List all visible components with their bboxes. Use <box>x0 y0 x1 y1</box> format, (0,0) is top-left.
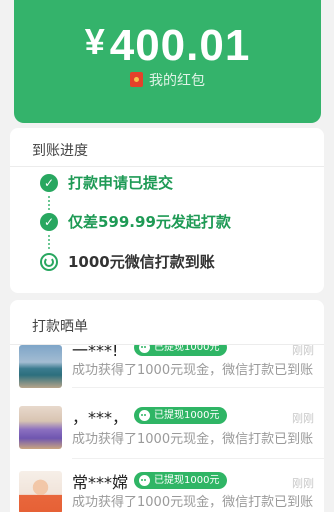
badge-label: 已提现1000元 <box>154 410 220 421</box>
balance-amount: ¥400.01 <box>14 21 321 72</box>
avatar <box>19 345 62 388</box>
timestamp: 刚刚 <box>292 345 314 357</box>
payout-list: 一***! 已提现1000元 刚刚 成功获得了1000元现金，微信打款已到账 ，… <box>10 345 324 512</box>
nickname: 常***嫦 <box>72 473 129 492</box>
my-red-packet-label: 我的红包 <box>149 73 205 89</box>
payout-proof-card: 打款晒单 一***! 已提现1000元 刚刚 成功获得了1000元现金，微信打款… <box>10 300 324 512</box>
red-envelope-icon <box>130 72 143 87</box>
step-label: 打款申请已提交 <box>68 174 174 192</box>
wechat-icon <box>139 410 150 421</box>
status-badge: 已提现1000元 <box>134 345 228 356</box>
step-label: 仅差599.99元发起打款 <box>68 213 231 231</box>
status-badge: 已提现1000元 <box>134 472 228 489</box>
check-circle-icon: ✓ <box>40 174 58 192</box>
divider <box>10 166 324 167</box>
avatar <box>19 471 62 512</box>
progress-title: 到账进度 <box>32 143 88 159</box>
currency-symbol: ¥ <box>84 21 106 62</box>
timestamp: 刚刚 <box>292 477 314 490</box>
avatar <box>19 406 62 449</box>
divider <box>72 458 324 459</box>
timestamp: 刚刚 <box>292 412 314 425</box>
list-item: 常***嫦 已提现1000元 刚刚 成功获得了1000元现金，微信打款已到账 <box>10 465 324 512</box>
step-connector <box>48 196 50 210</box>
list-item: 一***! 已提现1000元 刚刚 成功获得了1000元现金，微信打款已到账 <box>10 345 324 399</box>
status-badge: 已提现1000元 <box>134 407 228 424</box>
step-label: 1000元微信打款到账 <box>68 253 215 271</box>
badge-label: 已提现1000元 <box>154 345 220 353</box>
nickname: ，***， <box>72 408 129 427</box>
loading-circle-icon <box>40 253 58 271</box>
check-circle-icon: ✓ <box>40 213 58 231</box>
red-packet-header: ¥400.01 我的红包 <box>14 0 321 123</box>
divider <box>72 387 324 388</box>
progress-card: 到账进度 ✓ 打款申请已提交 ✓ 仅差599.99元发起打款 1000元微信打款… <box>10 128 324 293</box>
description: 成功获得了1000元现金，微信打款已到账 <box>72 495 314 510</box>
amount-value: 400.01 <box>109 21 251 70</box>
step-connector <box>48 235 50 249</box>
wechat-icon <box>139 475 150 486</box>
my-red-packet-link[interactable]: 我的红包 <box>14 72 321 90</box>
payout-proof-title: 打款晒单 <box>32 319 88 335</box>
wechat-icon <box>139 345 150 353</box>
description: 成功获得了1000元现金，微信打款已到账 <box>72 432 314 447</box>
badge-label: 已提现1000元 <box>154 475 220 486</box>
description: 成功获得了1000元现金，微信打款已到账 <box>72 363 314 378</box>
list-item: ，***， 已提现1000元 刚刚 成功获得了1000元现金，微信打款已到账 <box>10 400 324 460</box>
